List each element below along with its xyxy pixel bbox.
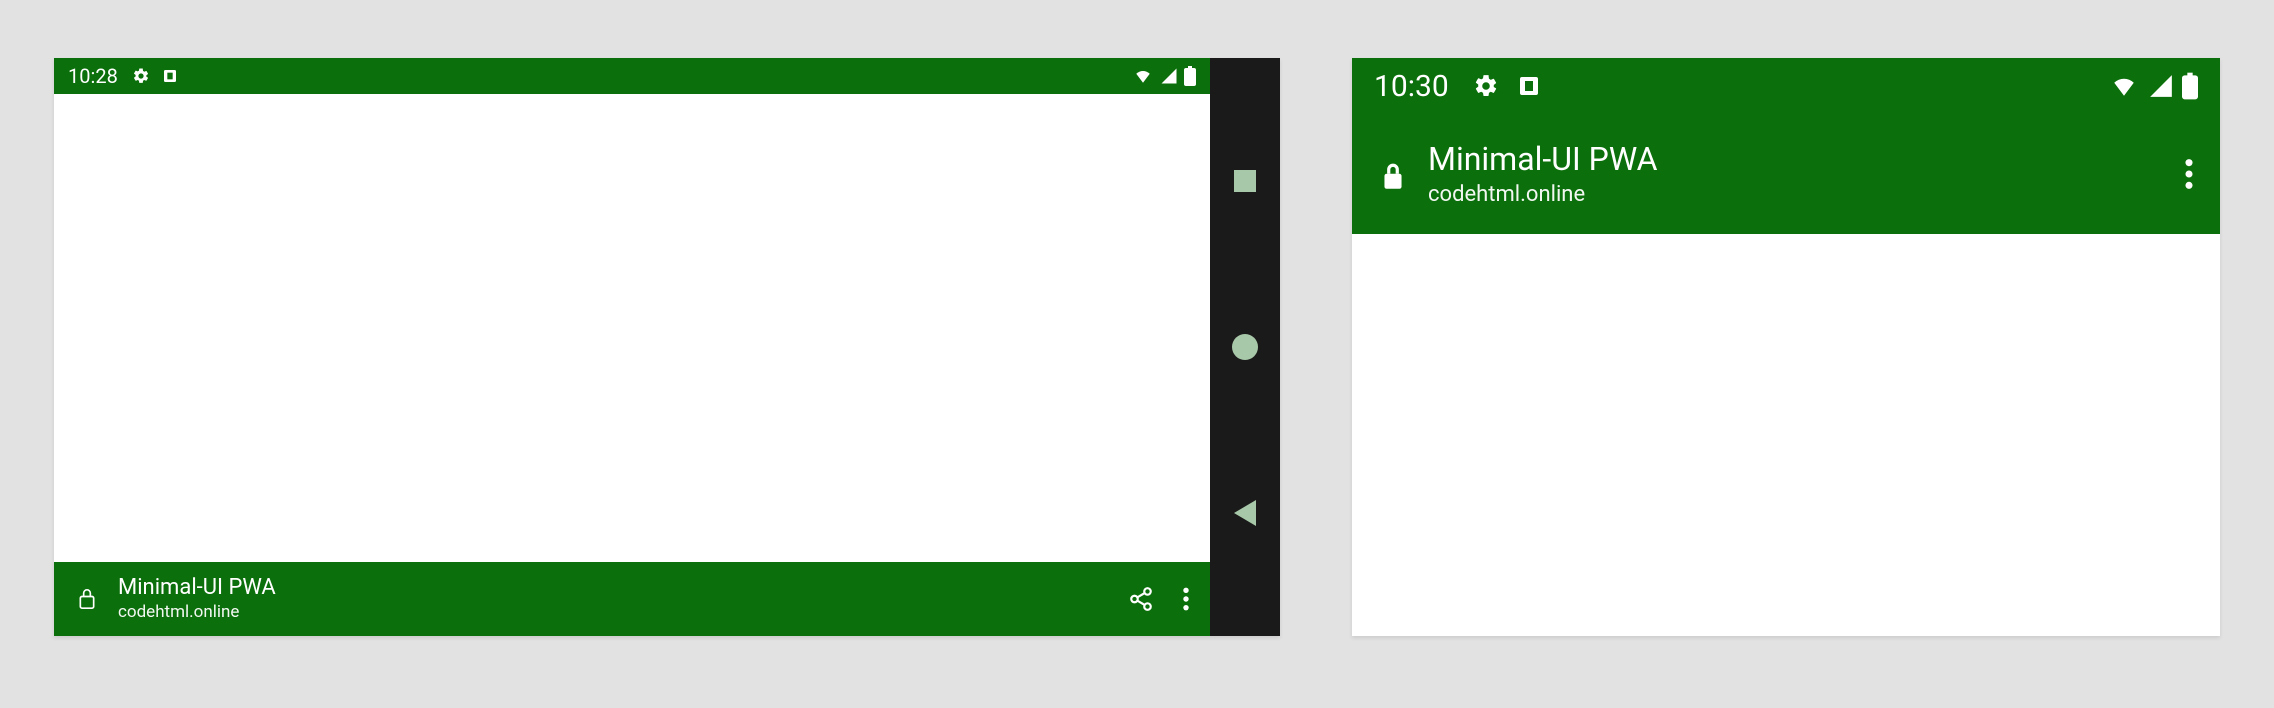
system-nav-bar (1210, 58, 1280, 636)
device-landscape: 10:28 (54, 58, 1280, 636)
status-bar: 10:30 (1352, 58, 2220, 114)
device-portrait: 10:30 Minimal-UI PWA code (1352, 58, 2220, 636)
app-bar: Minimal-UI PWA codehtml.online (1352, 114, 2220, 234)
status-time: 10:30 (1374, 69, 1449, 104)
gear-icon (132, 67, 150, 85)
app-subtitle: codehtml.online (118, 602, 276, 622)
share-icon[interactable] (1128, 586, 1154, 612)
wifi-icon (2108, 73, 2140, 99)
lock-icon (1378, 161, 1408, 193)
app-bar-text: Minimal-UI PWA codehtml.online (118, 576, 276, 622)
signal-icon (2148, 73, 2174, 99)
page-content (1352, 234, 2220, 636)
nav-back-button[interactable] (1232, 500, 1258, 526)
lock-icon (74, 586, 100, 612)
page-content (54, 94, 1210, 562)
battery-icon (1184, 66, 1196, 86)
badge-icon (1517, 74, 1541, 98)
more-icon[interactable] (2184, 157, 2194, 191)
battery-icon (2182, 72, 2198, 100)
app-title: Minimal-UI PWA (1428, 141, 1657, 178)
app-bar: Minimal-UI PWA codehtml.online (54, 562, 1210, 636)
more-icon[interactable] (1182, 586, 1190, 612)
nav-overview-button[interactable] (1232, 168, 1258, 194)
status-bar: 10:28 (54, 58, 1210, 94)
wifi-icon (1132, 67, 1154, 85)
status-right-icons (2108, 72, 2198, 100)
device-main-column: 10:28 (54, 58, 1210, 636)
status-left-icons (1473, 73, 1541, 99)
gear-icon (1473, 73, 1499, 99)
app-bar-text: Minimal-UI PWA codehtml.online (1428, 141, 1657, 207)
app-title: Minimal-UI PWA (118, 576, 276, 600)
status-right-icons (1132, 66, 1196, 86)
signal-icon (1160, 67, 1178, 85)
status-time: 10:28 (68, 64, 118, 88)
nav-home-button[interactable] (1232, 334, 1258, 360)
status-left-icons (132, 67, 178, 85)
app-subtitle: codehtml.online (1428, 182, 1657, 207)
badge-icon (162, 68, 178, 84)
